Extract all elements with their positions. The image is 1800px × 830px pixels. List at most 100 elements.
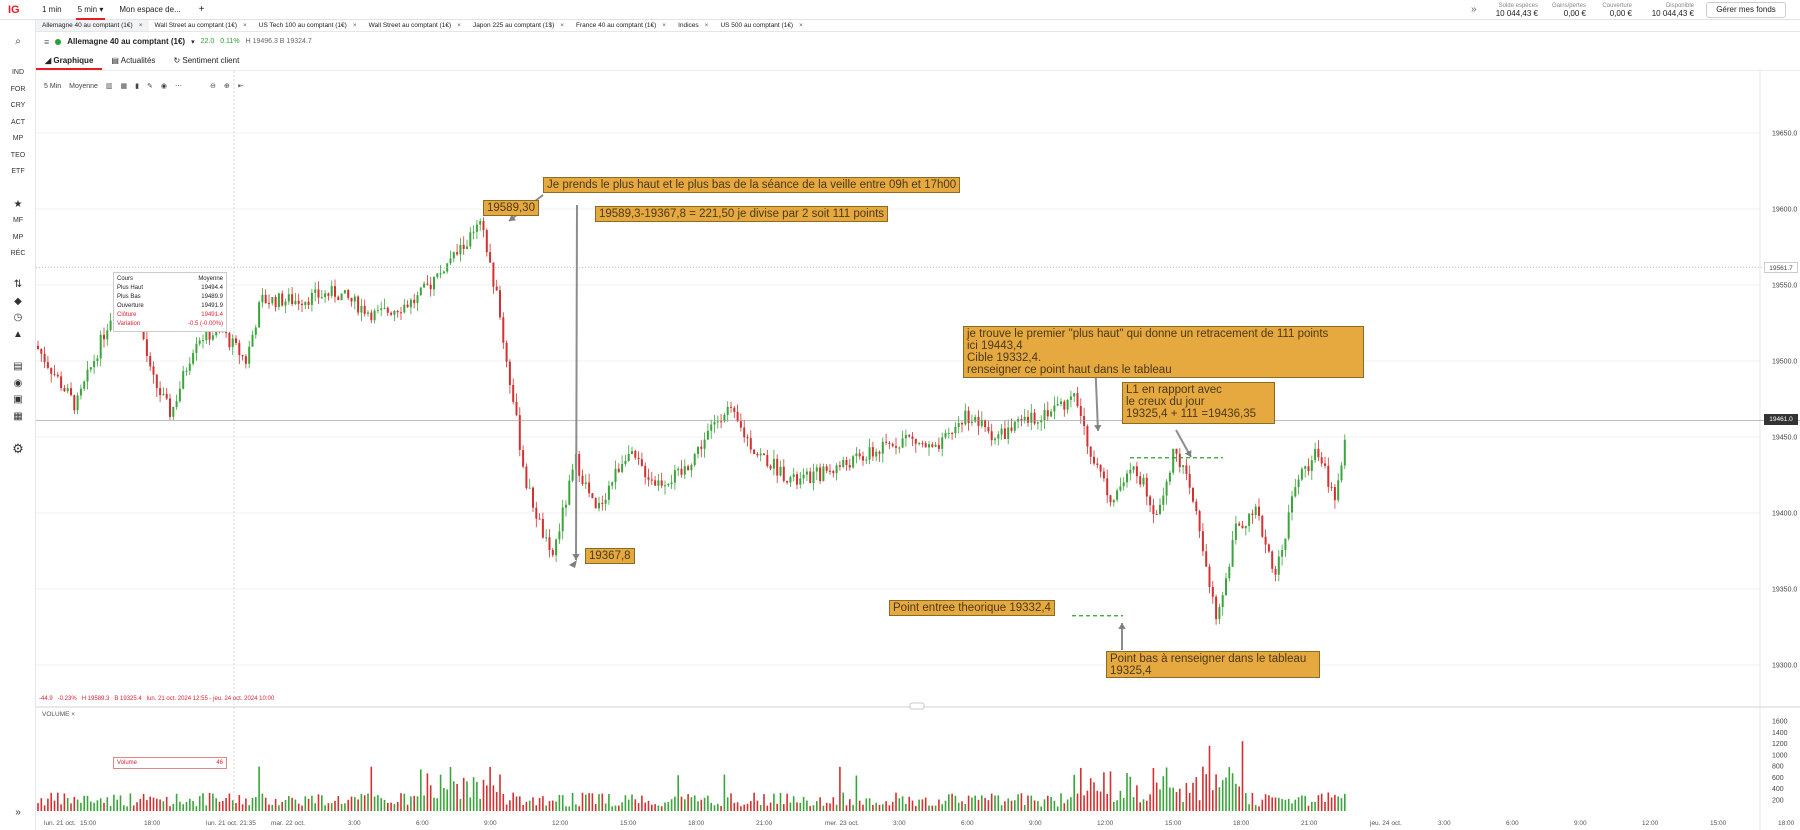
instrument-tab[interactable]: Japon 225 au comptant (1$) × [467,20,570,31]
candle-body [1320,457,1323,464]
timeframe-1min[interactable]: 1 min [34,0,70,20]
manage-funds-button[interactable]: Gérer mes fonds [1706,2,1786,18]
expand-icon[interactable]: » [0,807,36,818]
annotation-method[interactable]: Je prends le plus haut et le plus bas de… [543,177,961,193]
timeframe-5min[interactable]: 5 min ▾ [70,0,112,20]
candle-body [499,290,501,318]
candle-body [1248,513,1251,526]
annotation-day-low[interactable]: Point bas à renseigner dans le tableau 1… [1106,651,1320,678]
volume-bar [591,793,594,811]
news-icon[interactable]: ▤ [0,361,36,372]
volume-bar [1152,767,1155,811]
workspace-menu[interactable]: Mon espace de... [111,0,188,20]
volume-bar [208,792,211,811]
candle-body [1198,511,1201,532]
volume-bar [736,802,739,811]
candle-body [944,433,947,438]
interval-select[interactable]: 5 Min [44,83,61,90]
candle-body [1261,515,1264,537]
volume-bar [288,796,290,811]
calendar-icon[interactable]: ▦ [0,411,36,422]
bell-icon[interactable]: ▲ [0,329,36,340]
close-icon[interactable]: × [662,20,666,31]
volume-bar [515,796,518,811]
history-icon[interactable]: ◷ [0,312,36,323]
volume-bar [773,793,775,811]
candle-body [796,474,798,485]
chevron-down-icon[interactable]: ▾ [191,38,195,46]
sidebar-item-mf[interactable]: MF [0,217,36,224]
volume-bar [604,803,607,811]
sidebar-item-ind[interactable]: IND [0,69,36,76]
annotation-entry[interactable]: Point entree theorique 19332,4 [889,600,1055,616]
instrument-tab[interactable]: France 40 au comptant (1€) × [570,20,672,31]
instrument-tab[interactable]: Wall Street au comptant (1€) × [363,20,467,31]
candle-body [555,539,558,556]
close-icon[interactable]: × [243,20,247,31]
instrument-tab[interactable]: US Tech 100 au comptant (1€) × [253,20,363,31]
chart-type-icon[interactable]: ▥ [106,82,113,90]
sidebar-item-mp2[interactable]: MP [0,234,36,241]
close-icon[interactable]: × [705,20,709,31]
volume-bar [759,804,762,811]
zoom-in-icon[interactable]: ⊕ [224,82,230,90]
image-icon[interactable]: ▣ [0,394,36,405]
annotation-range[interactable]: 19589,3-19367,8 = 221,50 je divise par 2… [595,206,889,222]
instrument-name[interactable]: Allemagne 40 au comptant (1€) [67,37,185,46]
star-icon[interactable]: ★ [0,199,36,210]
sidebar-item-mp[interactable]: MP [0,135,36,142]
annotation-retracement[interactable]: je trouve le premier "plus haut" qui don… [963,326,1364,378]
add-workspace-button[interactable]: + [189,4,215,15]
volume-bar [264,797,267,811]
annotation-l1[interactable]: L1 en rapport avec le creux du jour 1932… [1122,382,1275,424]
candle-body [584,482,587,484]
volume-bar [578,806,580,811]
sidebar-item-act[interactable]: ACT [0,119,36,126]
eye-icon[interactable]: ◉ [161,82,167,90]
tag-icon[interactable]: ◆ [0,296,36,307]
search-icon[interactable]: ⌕ [0,36,36,47]
calendar-icon[interactable]: ▦ [121,82,128,90]
close-icon[interactable]: × [457,20,461,31]
more-icon[interactable]: » [1471,4,1477,15]
zoom-out-icon[interactable]: ⊖ [210,82,216,90]
close-icon[interactable]: × [799,20,803,31]
signal-icon[interactable]: ◉ [0,378,36,389]
indicators-icon[interactable]: ▮ [135,82,139,90]
tab-news[interactable]: ▤ Actualités [102,51,164,70]
volume-bar [783,804,785,811]
instrument-tab[interactable]: US 500 au comptant (1€) × [714,20,808,31]
sidebar-item-teo[interactable]: TEO [0,152,36,159]
account-available[interactable]: Disponible 10 044,43 € [1634,0,1694,20]
gear-icon[interactable]: ⚙ [0,441,36,457]
sidebar-item-cry[interactable]: CRY [0,102,36,109]
close-icon[interactable]: × [560,20,564,31]
sidebar-item-rec[interactable]: RÉC [0,250,36,257]
instrument-tab[interactable]: Allemagne 40 au comptant (1€) × [36,20,149,31]
annotation-high[interactable]: 19589,30 [483,200,539,216]
tab-sentiment[interactable]: ↻ Sentiment client [164,51,248,70]
volume-bar [842,792,844,811]
tab-chart[interactable]: ◢ Graphique [36,51,103,70]
sidebar-item-for[interactable]: FOR [0,86,36,93]
indicator-select[interactable]: Moyenne [69,83,98,90]
reset-view-icon[interactable]: ⇤ [238,82,244,90]
more-icon[interactable]: ⋯ [175,82,182,90]
volume-bar [436,798,439,811]
volume-bar [954,795,957,811]
transfer-icon[interactable]: ⇅ [0,279,36,290]
sidebar-item-etf[interactable]: ETF [0,168,36,175]
close-icon[interactable]: × [139,20,143,31]
menu-icon[interactable]: ≡ [44,37,49,47]
volume-bar [113,794,115,811]
draw-icon[interactable]: ✎ [147,82,153,90]
candle-body [334,286,336,297]
volume-bar [571,792,574,811]
volume-bar [624,795,627,811]
instrument-tab[interactable]: Indices × [672,20,714,31]
close-icon[interactable]: × [71,711,75,718]
annotation-low[interactable]: 19367,8 [585,548,635,564]
close-icon[interactable]: × [353,20,357,31]
candle-body [997,434,1000,439]
instrument-tab[interactable]: Wall Street au comptant (1€) × [149,20,253,31]
